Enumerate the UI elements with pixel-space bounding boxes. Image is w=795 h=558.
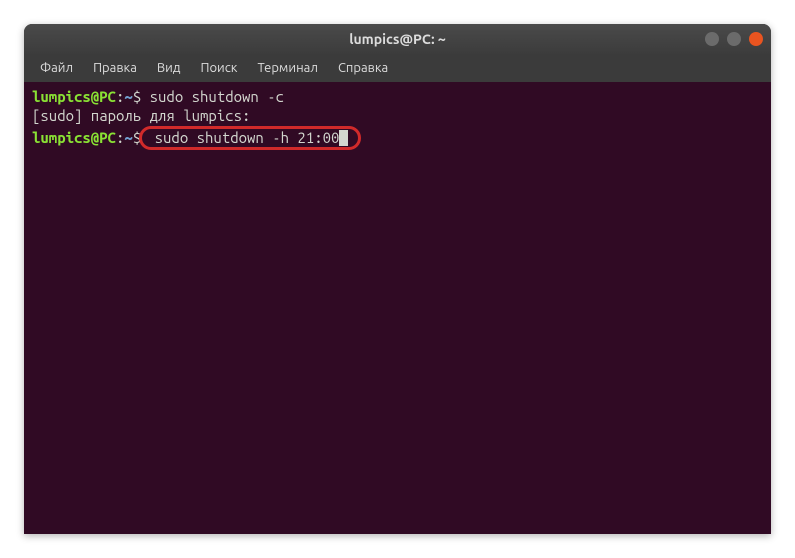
terminal-window: lumpics@PC: ~ Файл Правка Вид Поиск Терм… (24, 24, 771, 534)
prompt-path: ~ (124, 129, 132, 148)
menu-terminal[interactable]: Терминал (249, 59, 325, 77)
titlebar: lumpics@PC: ~ (24, 24, 771, 54)
menu-file[interactable]: Файл (32, 59, 81, 77)
sudo-prompt-text: [sudo] пароль для lumpics: (32, 107, 250, 126)
terminal-line-2: [sudo] пароль для lumpics: (32, 107, 763, 126)
terminal-body[interactable]: lumpics@PC:~$ sudo shutdown -c [sudo] па… (24, 82, 771, 534)
command-text-1: sudo shutdown -c (141, 88, 284, 107)
minimize-button[interactable] (705, 32, 719, 46)
command-text-3: sudo shutdown -h 21:00 (146, 129, 339, 148)
terminal-line-1: lumpics@PC:~$ sudo shutdown -c (32, 88, 763, 107)
highlighted-command: sudo shutdown -h 21:00 (139, 126, 361, 151)
prompt-path: ~ (124, 88, 132, 107)
menu-view[interactable]: Вид (149, 59, 189, 77)
window-title: lumpics@PC: ~ (349, 31, 446, 47)
prompt-dollar: $ (133, 88, 141, 107)
prompt-user: lumpics@PC (32, 129, 116, 148)
prompt-sep: : (116, 88, 124, 107)
cursor-icon (339, 130, 348, 146)
terminal-line-3: lumpics@PC:~$ sudo shutdown -h 21:00 (32, 126, 763, 151)
window-controls (705, 32, 763, 46)
menu-help[interactable]: Справка (330, 59, 396, 77)
menubar: Файл Правка Вид Поиск Терминал Справка (24, 54, 771, 82)
maximize-button[interactable] (727, 32, 741, 46)
prompt-sep: : (116, 129, 124, 148)
menu-edit[interactable]: Правка (85, 59, 145, 77)
prompt-user: lumpics@PC (32, 88, 116, 107)
menu-search[interactable]: Поиск (192, 59, 245, 77)
close-button[interactable] (749, 32, 763, 46)
